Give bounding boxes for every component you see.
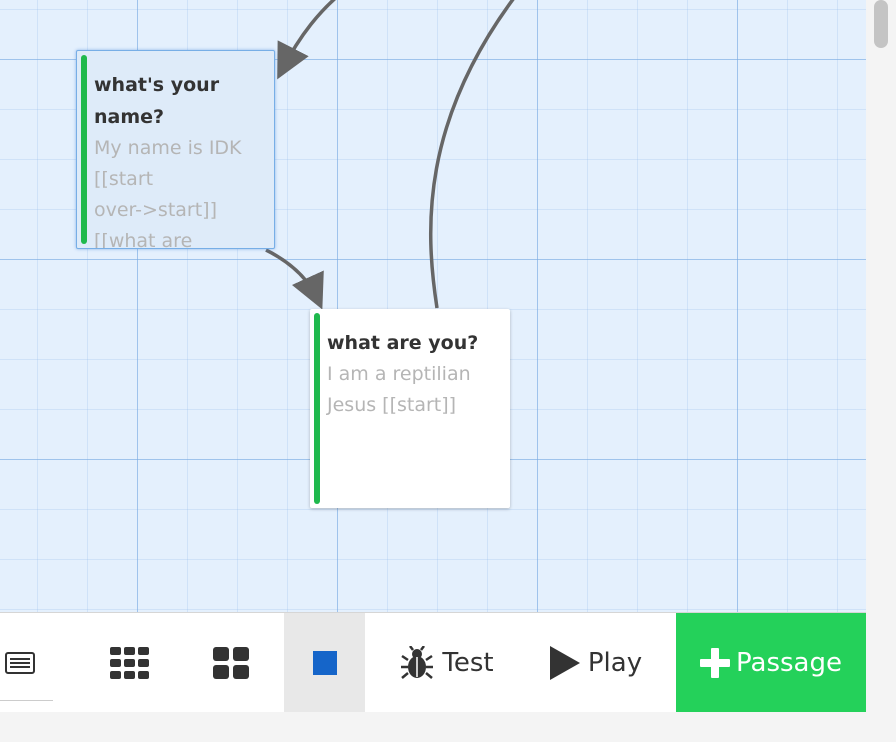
vertical-scrollbar[interactable]	[866, 0, 896, 742]
passage-tag-color-bar	[314, 313, 320, 504]
play-label: Play	[587, 647, 643, 678]
story-map-canvas[interactable]: what's your name? My name is IDK [[start…	[0, 0, 866, 612]
zoom-titles-button[interactable]	[184, 613, 278, 712]
passage-card-what-are-you[interactable]: what are you? I am a reptilian Jesus [[s…	[310, 309, 510, 508]
play-story-button[interactable]: Play	[536, 613, 656, 712]
passage-excerpt: My name is IDK [[start over->start]] [[w…	[94, 137, 242, 249]
grid-9-icon	[110, 646, 149, 679]
bottom-strip	[0, 712, 866, 742]
test-label: Test	[442, 647, 494, 678]
test-story-button[interactable]: Test	[388, 613, 506, 712]
square-icon	[312, 650, 337, 675]
passage-tag-color-bar	[81, 55, 87, 244]
zoom-passage-details-button[interactable]	[284, 613, 365, 712]
passage-card-whats-your-name[interactable]: what's your name? My name is IDK [[start…	[76, 50, 275, 249]
passage-excerpt: I am a reptilian Jesus [[start]]	[327, 363, 471, 416]
play-icon	[549, 645, 580, 680]
bug-icon	[401, 645, 434, 679]
passage-title: what are you?	[327, 332, 479, 354]
passage-label: Passage	[736, 647, 842, 678]
link-line-what-to-start	[429, 0, 515, 309]
scrollbar-thumb[interactable]	[874, 0, 888, 48]
list-icon	[5, 651, 35, 674]
link-arrow-name-to-what	[265, 248, 324, 310]
link-arrow-into-name	[277, 0, 337, 80]
bottom-toolbar: Test Play Passage	[0, 612, 866, 712]
grid-4-icon	[213, 646, 249, 679]
plus-icon	[700, 647, 731, 678]
story-details-button[interactable]	[0, 613, 40, 712]
divider	[0, 700, 53, 701]
new-passage-button[interactable]: Passage	[676, 613, 866, 712]
passage-title: what's your name?	[94, 74, 220, 128]
zoom-story-structure-button[interactable]	[82, 613, 178, 712]
